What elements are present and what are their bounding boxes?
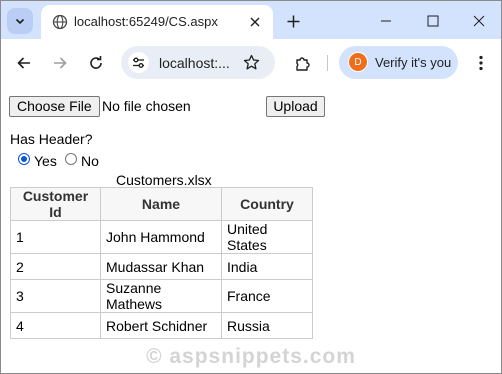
tab-title: localhost:65249/CS.aspx — [74, 14, 218, 29]
forward-button[interactable] — [50, 53, 70, 73]
site-info-button[interactable] — [128, 52, 149, 73]
table-cell: Robert Schidner — [100, 312, 222, 339]
radio-no[interactable] — [65, 153, 77, 165]
table-cell: India — [221, 253, 313, 280]
more-vertical-icon — [479, 55, 483, 71]
table-header-row: Customer Id Name Country — [10, 187, 313, 221]
arrow-right-icon — [54, 57, 67, 69]
table-cell: United States — [221, 220, 313, 254]
page-content: Choose File No file chosen Upload Has He… — [1, 87, 501, 373]
reload-icon — [90, 56, 102, 69]
tune-icon — [133, 57, 144, 68]
customers-table: Customer Id Name Country 1 John Hammond … — [10, 187, 313, 339]
bookmark-button[interactable] — [242, 53, 260, 71]
toolbar-divider — [327, 55, 328, 71]
upload-button[interactable]: Upload — [266, 96, 325, 117]
close-window-button[interactable] — [469, 11, 489, 31]
has-header-label: Has Header? — [10, 131, 93, 147]
column-header: Country — [221, 187, 313, 221]
close-icon — [250, 17, 260, 27]
toolbar: localhost:... D Verify it's you — [1, 39, 501, 87]
table-row: 2 Mudassar Khan India — [10, 253, 313, 280]
verify-identity-button[interactable]: D Verify it's you — [339, 46, 458, 79]
column-header: Name — [100, 187, 222, 221]
plus-icon — [287, 15, 299, 27]
minimize-button[interactable] — [376, 11, 396, 31]
table-cell: France — [221, 279, 313, 313]
tab-strip: localhost:65249/CS.aspx — [1, 1, 501, 39]
table-row: 3 Suzanne Mathews France — [10, 279, 313, 313]
minimize-icon — [381, 20, 391, 22]
chevron-down-icon — [15, 18, 25, 25]
address-bar[interactable]: localhost:... — [121, 46, 275, 79]
url-text: localhost:... — [159, 55, 230, 71]
arrow-left-icon — [17, 57, 30, 69]
browser-menu-button[interactable] — [473, 53, 489, 73]
new-tab-button[interactable] — [283, 11, 303, 31]
globe-icon — [52, 14, 68, 30]
watermark: © aspsnippets.com — [146, 345, 356, 368]
tab-active[interactable]: localhost:65249/CS.aspx — [41, 5, 273, 39]
column-header: Customer Id — [10, 187, 101, 221]
file-status: No file chosen — [102, 98, 191, 114]
maximize-button[interactable] — [423, 11, 443, 31]
table-caption: Customers.xlsx — [116, 172, 212, 188]
table-cell: Russia — [221, 312, 313, 339]
choose-file-button[interactable]: Choose File — [9, 96, 100, 117]
puzzle-icon — [295, 56, 310, 71]
radio-yes[interactable] — [18, 153, 30, 165]
browser-window: localhost:65249/CS.aspx localhost:... D … — [0, 0, 502, 374]
extensions-button[interactable] — [292, 53, 312, 73]
table-cell: 1 — [10, 220, 101, 254]
reload-button[interactable] — [86, 53, 106, 73]
avatar: D — [348, 52, 368, 72]
table-cell: 4 — [10, 312, 101, 339]
back-button[interactable] — [14, 53, 34, 73]
star-icon — [243, 54, 259, 69]
table-row: 4 Robert Schidner Russia — [10, 312, 313, 339]
table-cell: 3 — [10, 279, 101, 313]
table-cell: John Hammond — [100, 220, 222, 254]
table-row: 1 John Hammond United States — [10, 220, 313, 254]
tab-close-button[interactable] — [247, 14, 263, 30]
close-icon — [473, 15, 485, 27]
table-cell: Suzanne Mathews — [100, 279, 222, 313]
maximize-icon — [427, 15, 439, 27]
table-cell: Mudassar Khan — [100, 253, 222, 280]
radio-no-label[interactable]: No — [81, 153, 99, 169]
table-cell: 2 — [10, 253, 101, 280]
radio-yes-label[interactable]: Yes — [34, 153, 57, 169]
verify-label: Verify it's you — [375, 55, 452, 70]
tab-search-button[interactable] — [7, 8, 33, 34]
